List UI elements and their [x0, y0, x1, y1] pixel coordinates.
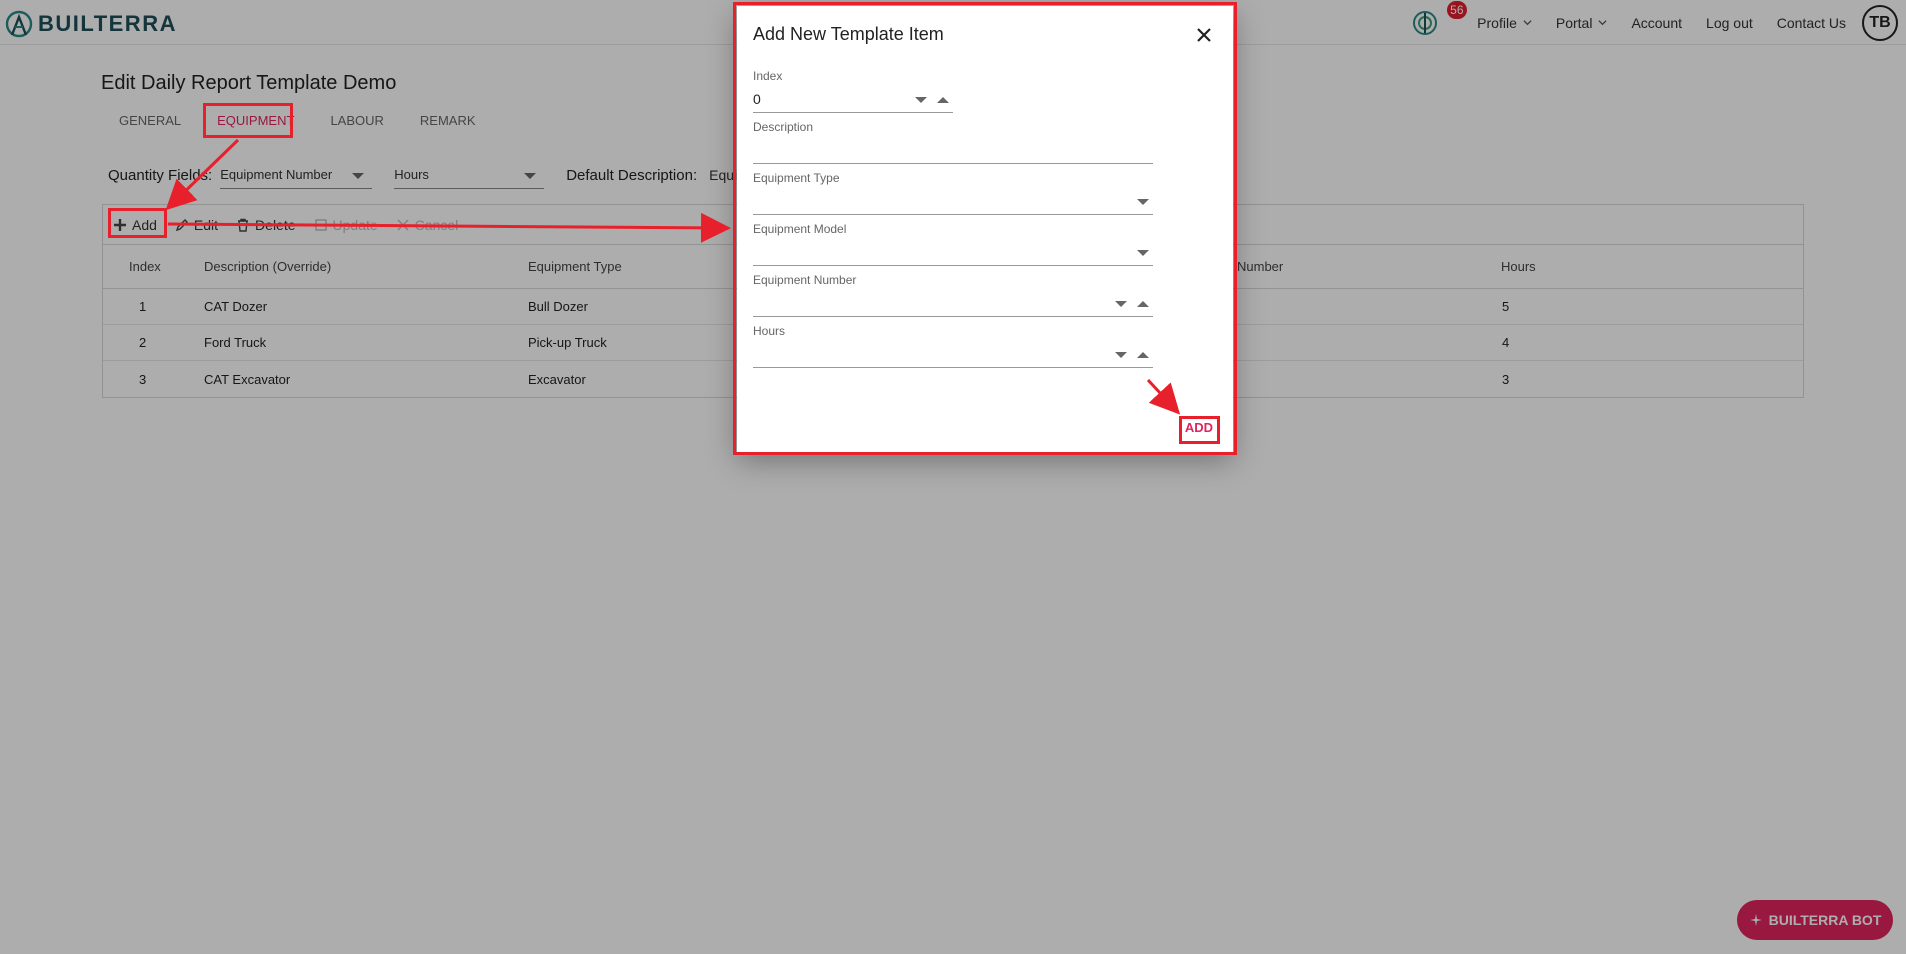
arrow-to-dialog-add	[1146, 378, 1181, 415]
arrow-tab-to-add	[165, 138, 240, 211]
annotation-arrows	[165, 138, 1181, 415]
arrow-add-to-dialog	[167, 212, 731, 243]
